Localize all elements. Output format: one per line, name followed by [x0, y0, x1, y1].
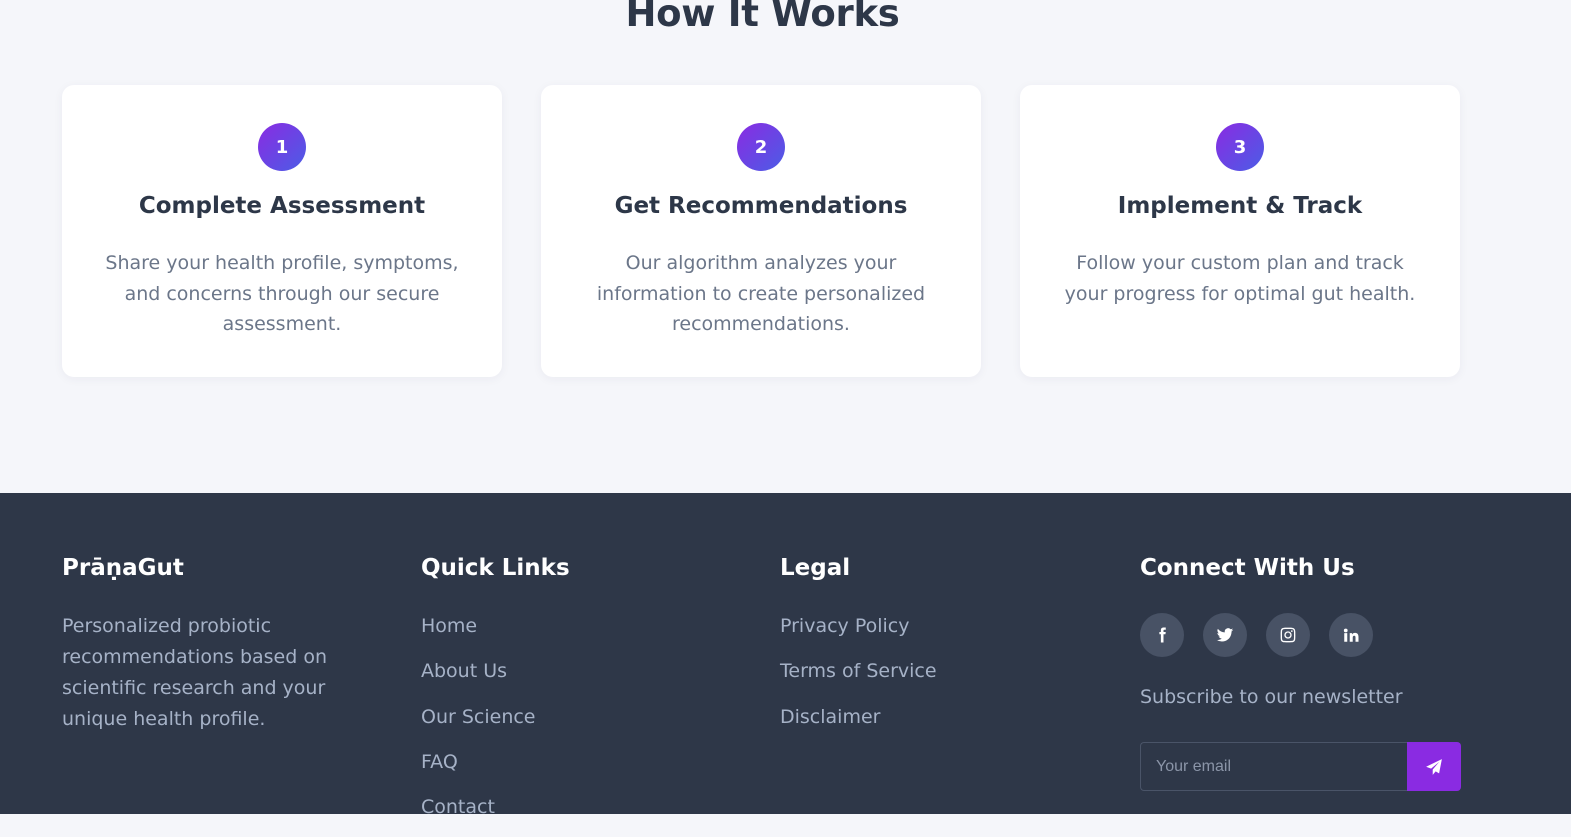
legal-title: Legal	[780, 555, 851, 581]
newsletter-label: Subscribe to our newsletter	[1140, 686, 1403, 708]
newsletter-form	[1140, 742, 1461, 791]
paper-plane-icon	[1426, 758, 1442, 775]
step-title: Implement & Track	[1117, 193, 1363, 219]
quick-links-title: Quick Links	[421, 555, 570, 581]
footer-quick-links-column: Quick Links Home About Us Our Science FA…	[421, 551, 721, 837]
social-links	[1140, 613, 1461, 657]
email-input[interactable]	[1140, 742, 1407, 791]
quick-links-list: Home About Us Our Science FAQ Contact	[421, 611, 721, 837]
footer-link-faq[interactable]: FAQ	[421, 747, 721, 792]
footer-brand-column: PrāṇaGut Personalized probiotic recommen…	[62, 551, 362, 735]
step-title: Get Recommendations	[614, 193, 908, 219]
brand-description: Personalized probiotic recommendations b…	[62, 615, 327, 730]
step-description: Our algorithm analyzes your information …	[596, 252, 926, 335]
step-card-3: 3 Implement & Track Follow your custom p…	[1020, 85, 1460, 377]
footer-link-privacy-policy[interactable]: Privacy Policy	[780, 611, 1080, 656]
footer-link-home[interactable]: Home	[421, 611, 721, 656]
footer-legal-column: Legal Privacy Policy Terms of Service Di…	[780, 551, 1080, 747]
section-title: How It Works	[625, 0, 900, 35]
footer-link-disclaimer[interactable]: Disclaimer	[780, 702, 1080, 747]
step-number-badge: 2	[737, 123, 785, 171]
connect-title: Connect With Us	[1140, 555, 1355, 581]
step-number-badge: 1	[258, 123, 306, 171]
footer-link-contact[interactable]: Contact	[421, 792, 721, 837]
step-card-2: 2 Get Recommendations Our algorithm anal…	[541, 85, 981, 377]
step-description: Share your health profile, symptoms, and…	[105, 252, 459, 335]
how-it-works-section: How It Works 1 Complete Assessment Share…	[0, 0, 1571, 493]
brand-name: PrāṇaGut	[62, 555, 184, 581]
step-number-badge: 3	[1216, 123, 1264, 171]
step-description: Follow your custom plan and track your p…	[1064, 252, 1416, 305]
twitter-button[interactable]	[1203, 613, 1247, 657]
instagram-button[interactable]	[1266, 613, 1310, 657]
footer-link-our-science[interactable]: Our Science	[421, 702, 721, 747]
subscribe-button[interactable]	[1407, 742, 1461, 791]
facebook-button[interactable]	[1140, 613, 1184, 657]
twitter-icon	[1216, 628, 1234, 642]
facebook-icon	[1159, 627, 1166, 643]
site-footer: PrāṇaGut Personalized probiotic recommen…	[0, 493, 1571, 818]
step-card-1: 1 Complete Assessment Share your health …	[62, 85, 502, 377]
instagram-icon	[1280, 627, 1296, 643]
footer-connect-column: Connect With Us Subscribe to our newslet…	[1140, 551, 1461, 791]
linkedin-icon	[1343, 628, 1359, 642]
footer-link-about-us[interactable]: About Us	[421, 656, 721, 701]
step-title: Complete Assessment	[138, 193, 426, 219]
linkedin-button[interactable]	[1329, 613, 1373, 657]
footer-link-terms-of-service[interactable]: Terms of Service	[780, 656, 1080, 701]
legal-links-list: Privacy Policy Terms of Service Disclaim…	[780, 611, 1080, 747]
